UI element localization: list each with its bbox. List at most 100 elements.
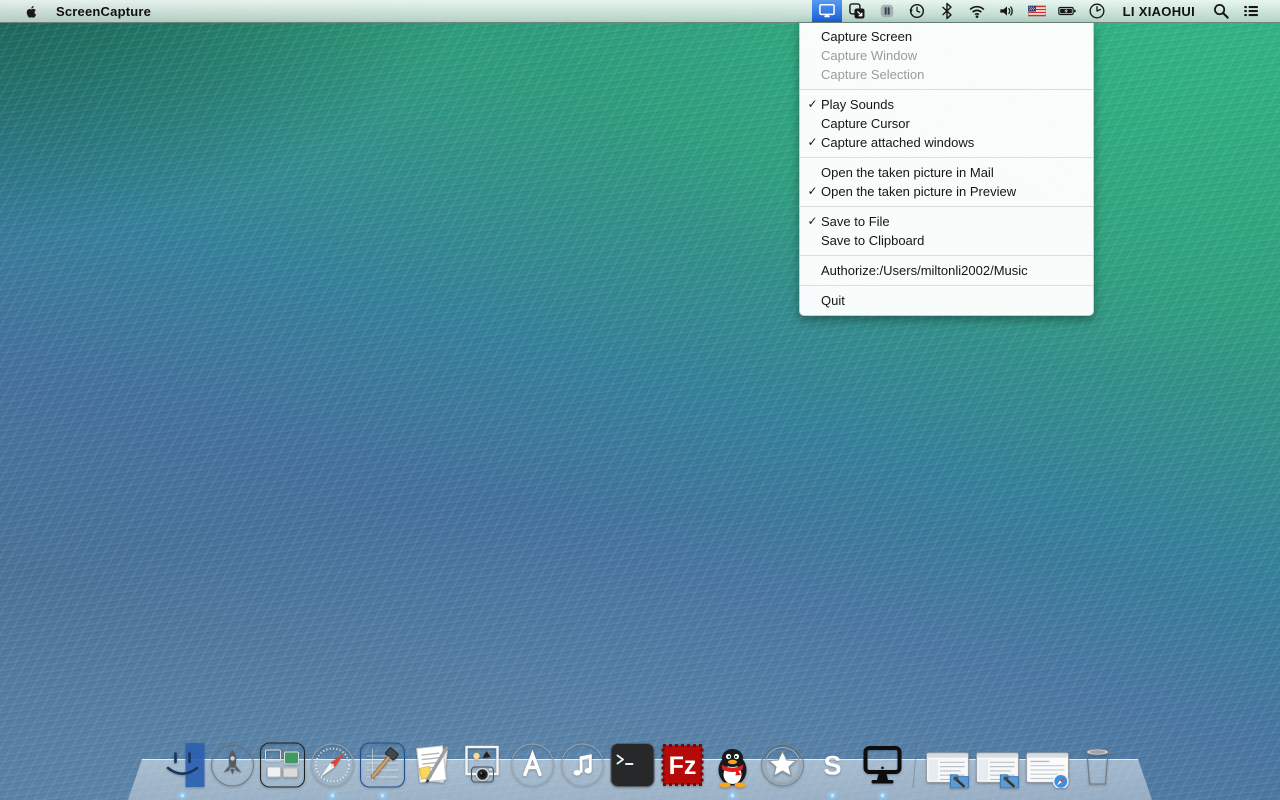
textedit-icon bbox=[409, 741, 457, 789]
menu-item-capture-window: Capture Window bbox=[800, 46, 1093, 65]
window-safari-icon bbox=[1025, 750, 1071, 788]
dock-item-terminal[interactable] bbox=[608, 741, 658, 789]
wifi-icon[interactable] bbox=[962, 0, 992, 22]
dock-separator bbox=[912, 742, 917, 788]
overlap-squares-icon bbox=[847, 1, 867, 21]
menu-item-authorize-users-miltonli2002-music[interactable]: Authorize:/Users/miltonli2002/Music bbox=[800, 261, 1093, 280]
running-indicator bbox=[729, 793, 736, 798]
pause-badge-icon bbox=[877, 1, 897, 21]
battery-charging-icon[interactable] bbox=[1052, 0, 1082, 22]
terminal-icon bbox=[609, 741, 657, 789]
apple-icon bbox=[24, 3, 39, 20]
dock-item-finder[interactable] bbox=[158, 741, 208, 789]
menu-item-label: Capture attached windows bbox=[821, 133, 974, 152]
dock-item-xcode[interactable] bbox=[358, 741, 408, 789]
dock-item-trash[interactable] bbox=[1073, 741, 1123, 789]
clock-icon bbox=[1087, 1, 1107, 21]
apple-menu[interactable] bbox=[14, 0, 48, 22]
monitor-icon bbox=[817, 1, 837, 21]
spotlight-icon[interactable] bbox=[1206, 0, 1236, 22]
qq-icon bbox=[709, 741, 757, 789]
time-machine-icon[interactable] bbox=[902, 0, 932, 22]
menu-item-save-to-clipboard[interactable]: Save to Clipboard bbox=[800, 231, 1093, 250]
dock-item-itunes[interactable] bbox=[558, 741, 608, 789]
menu-item-quit[interactable]: Quit bbox=[800, 291, 1093, 310]
desktop-wallpaper: ScreenCapture LI XIAOHUI Capture ScreenC… bbox=[0, 0, 1280, 800]
menu-item-capture-cursor[interactable]: Capture Cursor bbox=[800, 114, 1093, 133]
dock-item-filezilla[interactable]: Fz bbox=[658, 741, 708, 789]
window-xcode-icon bbox=[925, 750, 971, 788]
dock-item-launchpad[interactable] bbox=[208, 741, 258, 789]
dock-item-star-app[interactable] bbox=[758, 741, 808, 789]
dock-item-minimized-window-xcode-1[interactable] bbox=[923, 741, 973, 789]
menu-item-label: Open the taken picture in Preview bbox=[821, 182, 1016, 201]
menu-bar-status-area: LI XIAOHUI bbox=[812, 0, 1280, 22]
menu-item-label: Open the taken picture in Mail bbox=[821, 163, 994, 182]
volume-icon[interactable] bbox=[992, 0, 1022, 22]
menu-item-label: Capture Cursor bbox=[821, 114, 910, 133]
dock-item-mission-control[interactable] bbox=[258, 741, 308, 789]
bluetooth-icon bbox=[937, 1, 957, 21]
dock-item-minimized-window-safari[interactable] bbox=[1023, 741, 1073, 789]
battery-charging-icon bbox=[1057, 1, 1077, 21]
menu-item-label: Capture Screen bbox=[821, 27, 912, 46]
checkmark-icon: ✓ bbox=[806, 182, 819, 201]
time-machine-icon bbox=[907, 1, 927, 21]
checkmark-icon: ✓ bbox=[806, 212, 819, 231]
running-indicator bbox=[379, 793, 386, 798]
menu-item-capture-attached-windows[interactable]: ✓Capture attached windows bbox=[800, 133, 1093, 152]
menu-separator bbox=[800, 157, 1093, 158]
menu-item-capture-selection: Capture Selection bbox=[800, 65, 1093, 84]
wifi-icon bbox=[967, 1, 987, 21]
dock-item-textedit[interactable] bbox=[408, 741, 458, 789]
menu-item-label: Authorize:/Users/miltonli2002/Music bbox=[821, 261, 1028, 280]
menubar-clock-icon[interactable] bbox=[1082, 0, 1112, 22]
menu-item-play-sounds[interactable]: ✓Play Sounds bbox=[800, 95, 1093, 114]
dock-item-minimized-window-xcode-2[interactable] bbox=[973, 741, 1023, 789]
launchpad-icon bbox=[209, 741, 257, 789]
safari-icon bbox=[309, 741, 357, 789]
photo-booth-icon bbox=[459, 741, 507, 789]
dock-item-skype[interactable]: S bbox=[808, 741, 858, 789]
checkmark-icon: ✓ bbox=[806, 133, 819, 152]
app-store-icon bbox=[509, 741, 557, 789]
bluetooth-icon[interactable] bbox=[932, 0, 962, 22]
dock-item-qq[interactable] bbox=[708, 741, 758, 789]
running-indicator bbox=[829, 793, 836, 798]
input-source-us-flag-icon[interactable] bbox=[1022, 0, 1052, 22]
xcode-icon bbox=[359, 741, 407, 789]
app-menu-title[interactable]: ScreenCapture bbox=[56, 4, 151, 19]
screencapture-icon bbox=[859, 741, 907, 789]
dock-item-screencapture-app[interactable] bbox=[858, 741, 908, 789]
itunes-icon bbox=[559, 741, 607, 789]
menu-item-open-the-taken-picture-in-preview[interactable]: ✓Open the taken picture in Preview bbox=[800, 182, 1093, 201]
dock-item-safari[interactable] bbox=[308, 741, 358, 789]
menu-item-label: Save to File bbox=[821, 212, 890, 231]
finder-icon bbox=[159, 741, 207, 789]
dock-item-photo-booth[interactable] bbox=[458, 741, 508, 789]
running-indicator bbox=[879, 793, 886, 798]
menu-item-label: Save to Clipboard bbox=[821, 231, 924, 250]
notification-center-icon[interactable] bbox=[1236, 0, 1266, 22]
screencapture-dropdown-menu: Capture ScreenCapture WindowCapture Sele… bbox=[799, 23, 1094, 316]
star-app-icon bbox=[759, 741, 807, 789]
screencapture-menubar-icon[interactable] bbox=[812, 0, 842, 22]
menu-item-capture-screen[interactable]: Capture Screen bbox=[800, 27, 1093, 46]
display-transfer-icon[interactable] bbox=[842, 0, 872, 22]
trash-icon bbox=[1074, 741, 1122, 789]
menu-separator bbox=[800, 89, 1093, 90]
running-indicator bbox=[179, 793, 186, 798]
menu-separator bbox=[800, 255, 1093, 256]
menu-item-save-to-file[interactable]: ✓Save to File bbox=[800, 212, 1093, 231]
running-indicator bbox=[329, 793, 336, 798]
menu-bar: ScreenCapture LI XIAOHUI bbox=[0, 0, 1280, 23]
menubar-username[interactable]: LI XIAOHUI bbox=[1112, 0, 1206, 22]
dock-item-app-store[interactable] bbox=[508, 741, 558, 789]
menu-item-open-the-taken-picture-in-mail[interactable]: Open the taken picture in Mail bbox=[800, 163, 1093, 182]
menu-separator bbox=[800, 206, 1093, 207]
dock: Fz S bbox=[0, 728, 1280, 800]
us-flag-icon bbox=[1027, 1, 1047, 21]
menu-item-label: Quit bbox=[821, 291, 845, 310]
paused-app-icon[interactable] bbox=[872, 0, 902, 22]
svg-text:S: S bbox=[823, 751, 841, 781]
